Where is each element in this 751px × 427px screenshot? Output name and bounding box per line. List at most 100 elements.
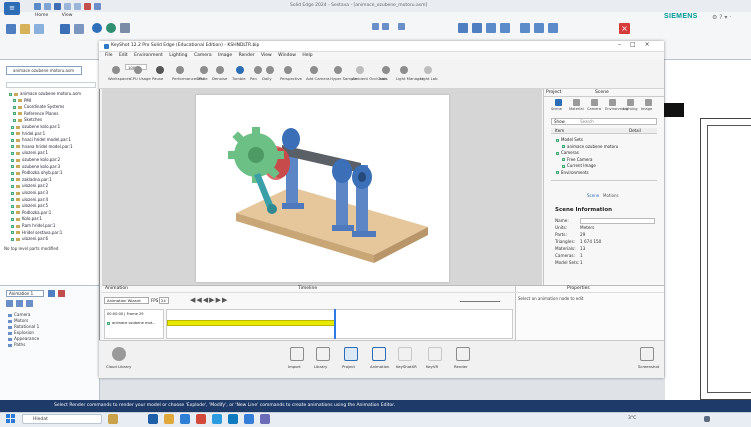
keyvr-button-label[interactable]: KeyVR xyxy=(426,364,438,369)
toolbar-label[interactable]: Add Camera xyxy=(306,76,329,81)
zoom-slider[interactable] xyxy=(460,301,500,302)
minimize-button[interactable]: – xyxy=(618,41,630,48)
pathfinder-search[interactable] xyxy=(6,82,96,88)
visibility-checkbox[interactable] xyxy=(13,112,16,116)
toolbar-tumble-icon[interactable] xyxy=(236,66,244,74)
toolbar-label[interactable]: GPU xyxy=(196,76,204,81)
tree-item[interactable]: ulozeni.par:1 xyxy=(11,150,48,156)
toolbar-perspective-icon[interactable] xyxy=(284,66,292,74)
paste-icon[interactable] xyxy=(20,24,30,34)
tree-item[interactable]: zakladna.par:1 xyxy=(11,177,52,183)
screenshot-icon[interactable] xyxy=(640,347,654,361)
tree-item[interactable]: Ram hridel.par:1 xyxy=(11,223,55,229)
edge-icon[interactable] xyxy=(180,414,190,424)
tree-item[interactable]: Coordinate Systems xyxy=(13,104,64,110)
view-icon[interactable] xyxy=(534,23,544,33)
toolbar-label[interactable]: Perspective xyxy=(280,76,302,81)
visibility-checkbox[interactable] xyxy=(13,105,16,109)
system-tray-icon[interactable] xyxy=(704,416,710,422)
assemble-icon[interactable] xyxy=(60,24,70,34)
toolbar-pause-icon[interactable] xyxy=(156,66,164,74)
tree-item[interactable]: Podlozka ohyb.par:1 xyxy=(11,170,63,176)
project-tab-label[interactable]: Lighting xyxy=(623,107,638,111)
visibility-checkbox[interactable] xyxy=(562,164,565,168)
animation-editor-item[interactable]: Appearance xyxy=(8,336,39,341)
visibility-checkbox[interactable] xyxy=(11,132,14,136)
new-animation-icon[interactable] xyxy=(6,300,13,307)
view-icon[interactable] xyxy=(548,23,558,33)
visibility-checkbox[interactable] xyxy=(11,125,14,129)
keyshotxr-icon[interactable] xyxy=(398,347,412,361)
menu-image[interactable]: Image xyxy=(218,53,232,58)
cloud-library-icon[interactable] xyxy=(112,347,126,361)
visibility-checkbox[interactable] xyxy=(13,118,16,122)
visibility-checkbox[interactable] xyxy=(13,99,16,103)
close-document-icon[interactable]: × xyxy=(619,23,630,34)
toolbar-label[interactable]: Light Lab xyxy=(420,76,438,81)
toolbar-light-lab-icon[interactable] xyxy=(424,66,432,74)
import-button-label[interactable]: Import xyxy=(288,364,301,369)
tab-view[interactable]: View xyxy=(62,13,73,18)
visibility-checkbox[interactable] xyxy=(556,171,559,174)
tree-item[interactable]: ulozeni.par:5 xyxy=(11,203,48,209)
component-icon[interactable] xyxy=(74,24,84,34)
toolbar-cpu-usage-icon[interactable] xyxy=(134,66,142,74)
project-tab-scene-icon[interactable] xyxy=(555,99,562,106)
zoom-icon[interactable] xyxy=(458,23,468,33)
menu-lighting[interactable]: Lighting xyxy=(169,53,187,58)
visibility-checkbox[interactable] xyxy=(562,145,565,148)
animation-editor-item[interactable]: Rotational 1 xyxy=(8,324,39,329)
taskbar-search[interactable]: Hledat xyxy=(22,414,102,424)
tree-item[interactable]: Kolo.par:1 xyxy=(11,216,42,222)
render-button-label[interactable]: Render xyxy=(454,364,468,369)
visibility-checkbox[interactable] xyxy=(11,231,14,235)
render-icon[interactable] xyxy=(456,347,470,361)
library-icon[interactable] xyxy=(316,347,330,361)
pan-icon[interactable] xyxy=(500,23,510,33)
scene-tree-item[interactable]: Cameras xyxy=(556,150,579,155)
visibility-checkbox[interactable] xyxy=(9,92,12,96)
scene-tree-item[interactable]: Free Camera xyxy=(562,157,592,162)
project-tab-label[interactable]: Image xyxy=(641,107,652,111)
scene-tree-item[interactable]: animace ozubene motoru xyxy=(562,144,618,149)
menu-view[interactable]: View xyxy=(261,53,272,58)
project-button-label[interactable]: Project xyxy=(342,364,355,369)
animation-selector[interactable]: Animation 1 xyxy=(6,290,44,297)
forward-button[interactable]: ▶▶ xyxy=(216,296,229,304)
cloud-library-label[interactable]: Cloud Library xyxy=(106,364,131,369)
scene-name-input[interactable] xyxy=(580,218,655,224)
project-tab-label[interactable]: Material xyxy=(569,107,584,111)
toolbar-workspaces-icon[interactable] xyxy=(112,66,120,74)
render-sphere-icon[interactable] xyxy=(92,23,102,33)
toolbar-pan-icon[interactable] xyxy=(254,66,262,74)
windows-start-icon[interactable] xyxy=(6,414,15,423)
screenshot-button-label[interactable]: Screenshot xyxy=(638,364,659,369)
select-icon[interactable] xyxy=(6,24,16,34)
customize-icon[interactable] xyxy=(94,3,101,10)
tool-icon[interactable] xyxy=(382,23,389,30)
visibility-checkbox[interactable] xyxy=(556,138,559,142)
keyshot-task-icon[interactable] xyxy=(244,414,254,424)
project-tab-label[interactable]: Camera xyxy=(587,107,601,111)
library-button-label[interactable]: Library xyxy=(314,364,327,369)
playback-controls[interactable]: ◀◀◀▶▶▶ xyxy=(190,296,228,304)
fit-icon[interactable] xyxy=(472,23,482,33)
visibility-checkbox[interactable] xyxy=(11,165,14,169)
tree-item[interactable]: hnaci hridel model.par:1 xyxy=(11,137,71,143)
visibility-checkbox[interactable] xyxy=(11,198,14,202)
toolbar-gpu-icon[interactable] xyxy=(200,66,208,74)
tool-icon[interactable] xyxy=(372,23,379,30)
tab-home[interactable]: Home xyxy=(35,13,48,18)
menu-edit[interactable]: Edit xyxy=(119,53,128,58)
new-icon[interactable] xyxy=(34,3,41,10)
import-icon[interactable] xyxy=(290,347,304,361)
tree-item[interactable]: ulozeni.par:2 xyxy=(11,183,48,189)
animation-editor-item[interactable]: Paths xyxy=(8,342,25,347)
menu-help[interactable]: Help xyxy=(302,53,312,58)
teams-icon[interactable] xyxy=(260,414,270,424)
visibility-checkbox[interactable] xyxy=(11,204,14,208)
scene-tree-item[interactable]: Environments xyxy=(556,170,589,175)
toolbar-hyper-sample-icon[interactable] xyxy=(334,66,342,74)
tree-item[interactable]: PMI xyxy=(13,98,31,104)
delete-icon[interactable] xyxy=(58,290,65,297)
